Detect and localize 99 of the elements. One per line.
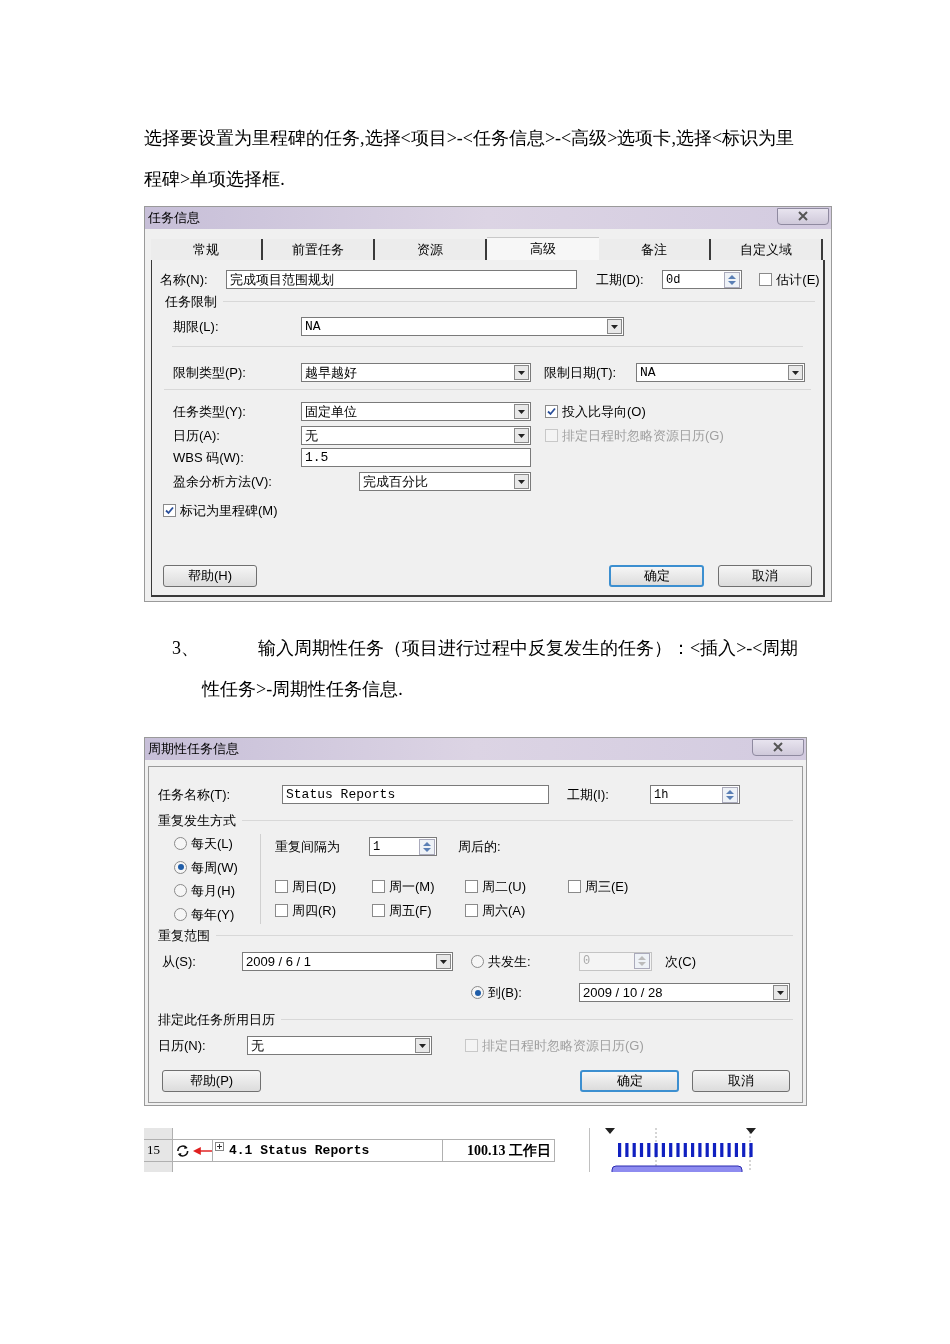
field-label: 投入比导向(O) [562, 403, 646, 421]
dialog-button[interactable]: 确定 [609, 565, 704, 587]
checkbox[interactable] [275, 879, 288, 893]
spinner-field[interactable]: 0d [662, 270, 743, 290]
spinner-arrows-icon [722, 786, 738, 803]
dialog-button[interactable]: 确定 [580, 1070, 679, 1092]
radio-button[interactable] [174, 884, 187, 898]
dropdown-field[interactable]: NA [301, 317, 624, 337]
field-label: 任务限制 [165, 292, 217, 311]
dropdown-field[interactable]: 完成百分比 [359, 471, 531, 491]
spinner-arrows-icon [724, 271, 741, 288]
field-label: 排定日程时忽略资源日历(G) [562, 426, 724, 445]
field-label: 重复范围 [158, 927, 210, 945]
task-name: 4.1 Status Reports [229, 1141, 370, 1160]
checkbox[interactable] [545, 405, 558, 419]
field-label: 周五(F) [389, 902, 432, 920]
checkbox[interactable] [465, 904, 478, 918]
dialog-button[interactable]: 帮助(H) [163, 565, 257, 587]
field-label: 周二(U) [482, 877, 527, 896]
tab[interactable]: 自定义域 [711, 239, 823, 260]
window-title: 周期性任务信息 [148, 740, 239, 759]
duration-cell: 100.13 工作日 [443, 1140, 555, 1161]
input-field[interactable]: 完成项目范围规划 [226, 270, 577, 290]
field-label: 期限(L): [173, 318, 220, 336]
input-field[interactable]: 1.5 [301, 448, 531, 468]
field-label: 工期(D): [596, 271, 645, 289]
checkbox[interactable] [372, 879, 385, 893]
field-label: 日历(N): [158, 1037, 207, 1055]
field-label: 名称(N): [160, 271, 209, 289]
row-number: 15 [144, 1140, 173, 1161]
tab[interactable]: 前置任务 [263, 239, 375, 260]
field-label: 重复间隔为 [275, 838, 341, 856]
window-title: 任务信息 [148, 209, 200, 228]
radio-button[interactable] [174, 837, 187, 851]
field-label: 到(B): [488, 984, 522, 1002]
field-label: 周一(M) [389, 877, 435, 896]
dropdown-field[interactable]: 2009 / 10 / 28 [579, 983, 790, 1003]
spinner-arrows-icon [634, 953, 650, 970]
field-label: 重复发生方式 [158, 811, 236, 830]
spinner-field[interactable]: 1h [650, 785, 740, 805]
close-button[interactable] [752, 738, 804, 756]
field-label: 共发生: [488, 952, 531, 971]
dropdown-field[interactable]: 固定单位 [301, 402, 531, 422]
dialog-button[interactable]: 帮助(P) [162, 1070, 261, 1092]
field-label: 每月(H) [191, 882, 236, 900]
dialog-button[interactable]: 取消 [718, 565, 812, 587]
field-label: 限制日期(T): [544, 363, 618, 382]
field-label: 任务类型(Y): [173, 403, 247, 421]
field-label: 估计(E) [776, 271, 820, 289]
dialog-button[interactable]: 取消 [692, 1070, 790, 1092]
field-label: 排定此任务所用日历 [158, 1010, 275, 1029]
dropdown-field[interactable]: 无 [247, 1036, 432, 1056]
field-label: 每周(W) [191, 858, 238, 877]
field-label: 次(C) [665, 952, 697, 971]
checkbox[interactable] [372, 904, 385, 918]
field-label: 每年(Y) [191, 905, 235, 924]
close-icon [797, 211, 809, 221]
dropdown-field[interactable]: 无 [301, 425, 531, 445]
field-label: 周四(R) [292, 902, 337, 920]
checkbox[interactable] [275, 904, 288, 918]
checkbox[interactable] [759, 273, 773, 287]
checkbox[interactable] [568, 879, 581, 893]
field-label: 周六(A) [482, 902, 526, 920]
field-label: 每天(L) [191, 835, 233, 853]
field-label: 排定日程时忽略资源日历(G) [482, 1037, 644, 1055]
list-number: 3、 [172, 637, 199, 660]
input-field[interactable]: Status Reports [282, 785, 549, 805]
field-label: 限制类型(P): [173, 363, 247, 382]
spinner-arrows-icon [419, 838, 435, 855]
tab[interactable]: 资源 [375, 239, 487, 260]
field-label: 周后的: [458, 838, 501, 856]
field-label: 周日(D) [292, 877, 337, 896]
tab[interactable]: 高级 [487, 237, 599, 260]
expand-icon [215, 1142, 224, 1151]
checkbox[interactable] [465, 879, 478, 893]
radio-button[interactable] [174, 860, 187, 874]
field-label: 从(S): [162, 952, 197, 971]
dropdown-field[interactable]: NA [636, 362, 805, 382]
dropdown-field[interactable]: 越早越好 [301, 362, 531, 382]
tab[interactable]: 备注 [599, 239, 711, 260]
paragraph: 输入周期性任务（项目进行过程中反复发生的任务）：<插入>-<周期性任务>-周期性任务信息. [202, 637, 800, 701]
radio-button[interactable] [471, 986, 484, 1000]
field-label: 任务名称(T): [158, 786, 232, 804]
field-label: 工期(I): [567, 786, 610, 804]
spinner-field[interactable]: 1 [369, 837, 437, 857]
field-label: WBS 码(W): [173, 449, 245, 467]
close-button[interactable] [777, 207, 829, 225]
field-label: 周三(E) [585, 877, 629, 896]
radio-button[interactable] [174, 907, 187, 921]
dropdown-field[interactable]: 2009 / 6 / 1 [242, 951, 453, 971]
arrow-icon [192, 1145, 212, 1156]
field-label: 日历(A): [173, 426, 221, 445]
tab[interactable]: 常规 [151, 239, 263, 260]
field-label: 标记为里程碑(M) [180, 502, 278, 520]
checkbox[interactable] [163, 504, 176, 518]
paragraph: 选择要设置为里程碑的任务,选择<项目>-<任务信息>-<高级>选项卡,选择<标识为里程碑>单项选择框. [144, 127, 796, 191]
field-label: 盈余分析方法(V): [173, 472, 273, 491]
close-icon [772, 742, 784, 752]
radio-button[interactable] [471, 954, 484, 968]
